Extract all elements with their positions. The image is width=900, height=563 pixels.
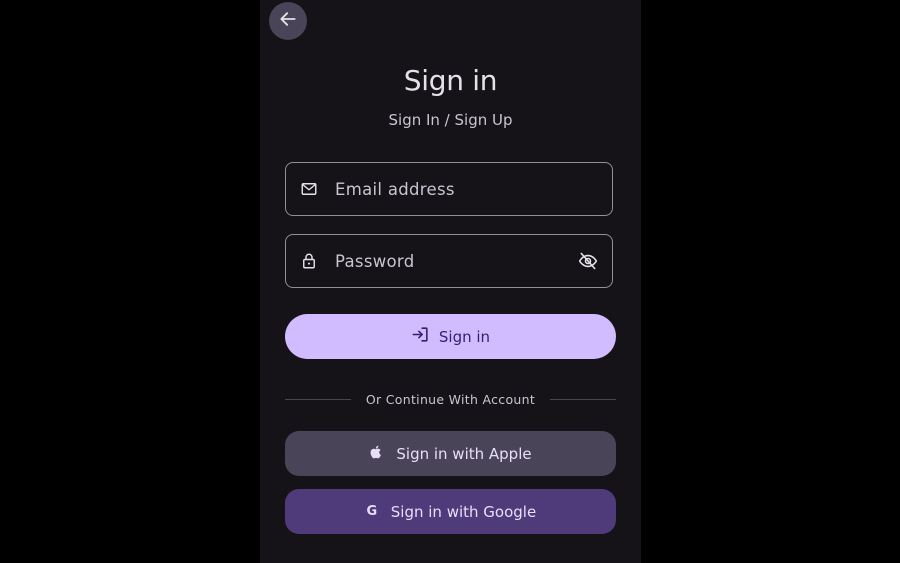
email-input[interactable] xyxy=(335,179,600,199)
mail-icon xyxy=(298,178,320,200)
sign-in-with-apple-button[interactable]: Sign in with Apple xyxy=(285,431,616,476)
page-subtitle: Sign In / Sign Up xyxy=(388,111,513,129)
lock-icon xyxy=(298,250,320,272)
email-field[interactable] xyxy=(285,162,613,216)
login-icon xyxy=(411,325,430,348)
sign-in-screen: Sign in Sign In / Sign Up Email address … xyxy=(260,0,641,563)
sign-in-button-label: Sign in xyxy=(438,327,491,346)
google-icon: G xyxy=(366,504,378,519)
apple-button-label: Sign in with Apple xyxy=(396,444,532,463)
google-button-label: Sign in with Google xyxy=(390,502,537,521)
arrow-left-icon xyxy=(278,9,298,33)
apple-icon xyxy=(369,444,384,464)
divider-text: Or Continue With Account xyxy=(365,391,536,407)
eye-off-icon[interactable] xyxy=(576,249,600,273)
divider-line-left xyxy=(285,398,351,400)
password-input[interactable] xyxy=(335,251,576,271)
sign-in-button[interactable]: Sign in xyxy=(285,314,616,359)
divider-line-right xyxy=(550,398,617,400)
back-button[interactable] xyxy=(269,2,307,40)
page-title: Sign in xyxy=(403,64,498,97)
divider: Or Continue With Account xyxy=(285,390,617,408)
sign-in-with-google-button[interactable]: G Sign in with Google xyxy=(285,489,616,534)
password-field[interactable] xyxy=(285,234,613,288)
